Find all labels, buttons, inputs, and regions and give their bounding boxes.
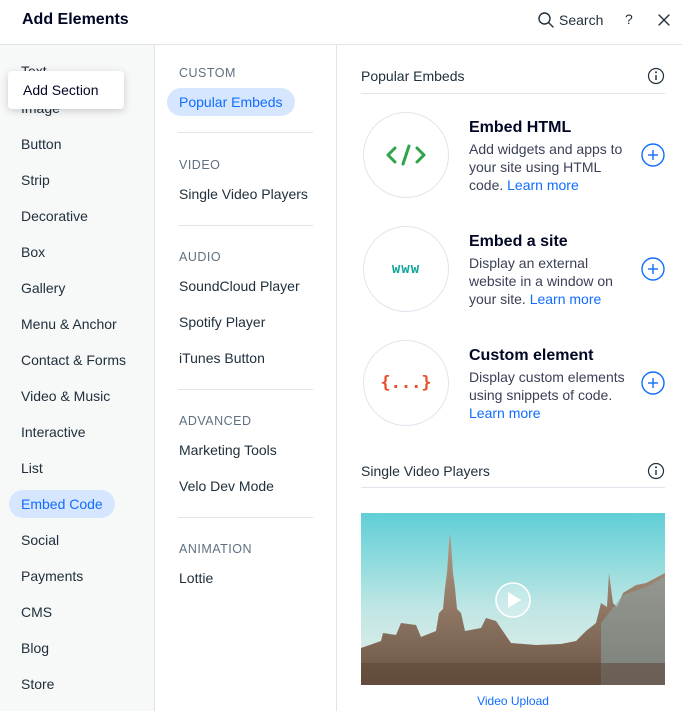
section-heading-animation: ANIMATION — [179, 542, 253, 556]
custom-element-thumbnail[interactable]: {...} — [363, 340, 449, 426]
subcategory-nav: CUSTOM Popular Embeds VIDEO Single Video… — [155, 45, 337, 711]
add-custom-element-button[interactable] — [641, 371, 665, 395]
popular-embeds-heading: Popular Embeds — [361, 68, 465, 84]
subnav-marketing-tools[interactable]: Marketing Tools — [179, 442, 277, 458]
embed-site-description: Display an external website in a window … — [469, 254, 634, 308]
close-icon[interactable] — [656, 12, 672, 28]
divider — [178, 517, 313, 518]
category-sidebar: Text Image Button Strip Decorative Box G… — [0, 45, 155, 711]
custom-element-title: Custom element — [469, 347, 594, 364]
code-brackets-icon — [386, 144, 426, 166]
category-video-music[interactable]: Video & Music — [21, 388, 110, 404]
subnav-lottie[interactable]: Lottie — [179, 570, 213, 586]
subnav-velo-dev-mode[interactable]: Velo Dev Mode — [179, 478, 274, 494]
section-heading-advanced: ADVANCED — [179, 414, 252, 428]
category-strip[interactable]: Strip — [21, 172, 50, 188]
learn-more-link[interactable]: Learn more — [507, 177, 579, 193]
category-box[interactable]: Box — [21, 244, 45, 260]
search-icon — [538, 12, 554, 28]
city-skyline-image — [361, 513, 665, 685]
category-blog[interactable]: Blog — [21, 640, 49, 656]
embed-site-title: Embed a site — [469, 233, 568, 250]
category-cms[interactable]: CMS — [21, 604, 52, 620]
learn-more-link[interactable]: Learn more — [469, 405, 541, 421]
video-upload-thumbnail[interactable] — [361, 513, 665, 685]
subnav-spotify-player[interactable]: Spotify Player — [179, 314, 265, 330]
divider — [178, 389, 313, 390]
add-embed-site-button[interactable] — [641, 257, 665, 281]
embed-html-thumbnail[interactable] — [363, 112, 449, 198]
curly-braces-icon: {...} — [380, 373, 432, 393]
divider — [361, 93, 665, 94]
section-heading-custom: CUSTOM — [179, 66, 236, 80]
search-label: Search — [559, 12, 604, 28]
section-heading-video: VIDEO — [179, 158, 221, 172]
add-section-tooltip[interactable]: Add Section — [8, 71, 124, 109]
category-list[interactable]: List — [21, 460, 43, 476]
learn-more-link[interactable]: Learn more — [530, 291, 602, 307]
category-payments[interactable]: Payments — [21, 568, 83, 584]
category-decorative[interactable]: Decorative — [21, 208, 88, 224]
category-embed-code[interactable]: Embed Code — [9, 490, 115, 518]
category-contact-forms[interactable]: Contact & Forms — [21, 352, 126, 368]
add-embed-html-button[interactable] — [641, 143, 665, 167]
subnav-soundcloud-player[interactable]: SoundCloud Player — [179, 278, 300, 294]
embed-html-title: Embed HTML — [469, 119, 572, 136]
subnav-itunes-button[interactable]: iTunes Button — [179, 350, 265, 366]
single-video-players-heading: Single Video Players — [361, 463, 490, 479]
custom-element-description: Display custom elements using snippets o… — [469, 368, 634, 422]
search-button[interactable]: Search — [537, 10, 603, 30]
category-social[interactable]: Social — [21, 532, 59, 548]
www-icon: www — [391, 261, 421, 277]
category-interactive[interactable]: Interactive — [21, 424, 86, 440]
info-icon[interactable] — [647, 67, 665, 85]
divider — [178, 225, 313, 226]
panel-title: Add Elements — [22, 11, 129, 28]
section-heading-audio: AUDIO — [179, 250, 222, 264]
subnav-popular-embeds[interactable]: Popular Embeds — [167, 88, 295, 116]
help-button[interactable]: ? — [625, 11, 633, 27]
category-menu-anchor[interactable]: Menu & Anchor — [21, 316, 117, 332]
description-text: Display custom elements using snippets o… — [469, 369, 625, 403]
category-store[interactable]: Store — [21, 676, 54, 692]
panel-header: Add Elements Search ? — [0, 0, 682, 45]
info-icon[interactable] — [647, 462, 665, 480]
embed-html-description: Add widgets and apps to your site using … — [469, 140, 634, 194]
subnav-single-video-players[interactable]: Single Video Players — [179, 186, 308, 202]
category-button[interactable]: Button — [21, 136, 61, 152]
category-gallery[interactable]: Gallery — [21, 280, 65, 296]
video-upload-caption[interactable]: Video Upload — [361, 694, 665, 708]
embed-site-thumbnail[interactable]: www — [363, 226, 449, 312]
content-panel: Popular Embeds Embed HTML Add widgets an… — [337, 45, 682, 711]
divider — [178, 132, 313, 133]
divider — [361, 487, 665, 488]
